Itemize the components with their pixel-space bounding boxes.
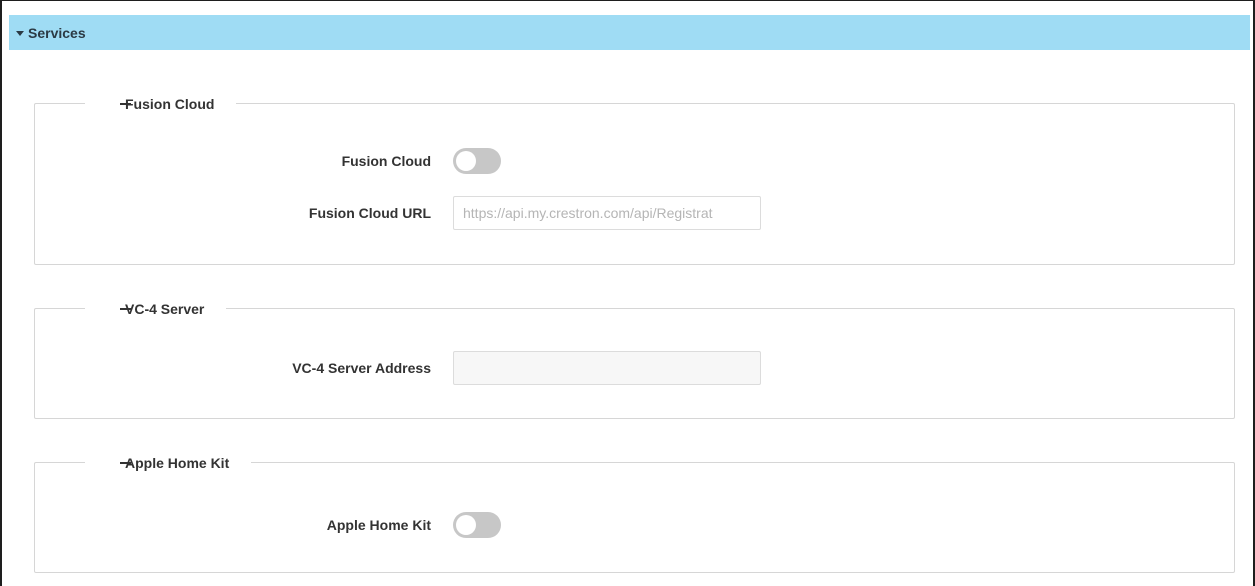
toggle-knob <box>456 151 476 171</box>
apple-home-kit-legend-title: Apple Home Kit <box>125 455 230 471</box>
fusion-cloud-url-row: Fusion Cloud URL <box>35 196 1234 230</box>
minus-icon[interactable] <box>120 308 131 310</box>
vc4-server-legend: VC-4 Server <box>85 299 227 319</box>
fusion-cloud-url-label: Fusion Cloud URL <box>308 205 431 221</box>
services-panel: Services Fusion Cloud Fusion Cloud Fusio… <box>0 0 1255 586</box>
vc4-server-address-label: VC-4 Server Address <box>292 360 431 376</box>
apple-home-kit-toggle-label: Apple Home Kit <box>326 517 431 533</box>
toggle-knob <box>456 515 476 535</box>
fusion-cloud-toggle-row: Fusion Cloud <box>35 144 1234 178</box>
apple-home-kit-toggle-row: Apple Home Kit <box>35 508 1234 542</box>
fusion-cloud-toggle[interactable] <box>453 148 501 174</box>
caret-down-icon <box>16 30 24 36</box>
services-panel-header[interactable]: Services <box>9 15 1250 50</box>
fusion-cloud-url-input[interactable] <box>453 196 761 230</box>
fusion-cloud-toggle-label: Fusion Cloud <box>341 153 431 169</box>
apple-home-kit-toggle[interactable] <box>453 512 501 538</box>
panel-title: Services <box>28 24 86 41</box>
minus-icon[interactable] <box>120 103 131 105</box>
apple-home-kit-section: Apple Home Kit Apple Home Kit <box>34 453 1235 573</box>
fusion-cloud-legend-title: Fusion Cloud <box>125 96 215 112</box>
fusion-cloud-section: Fusion Cloud Fusion Cloud Fusion Cloud U… <box>34 94 1235 265</box>
vc4-server-section: VC-4 Server VC-4 Server Address <box>34 299 1235 419</box>
vc4-server-address-input[interactable] <box>453 351 761 385</box>
apple-home-kit-legend: Apple Home Kit <box>85 453 252 473</box>
vc4-server-address-row: VC-4 Server Address <box>35 351 1234 385</box>
minus-icon[interactable] <box>120 462 131 464</box>
fusion-cloud-legend: Fusion Cloud <box>85 94 237 114</box>
vc4-server-legend-title: VC-4 Server <box>125 301 205 317</box>
